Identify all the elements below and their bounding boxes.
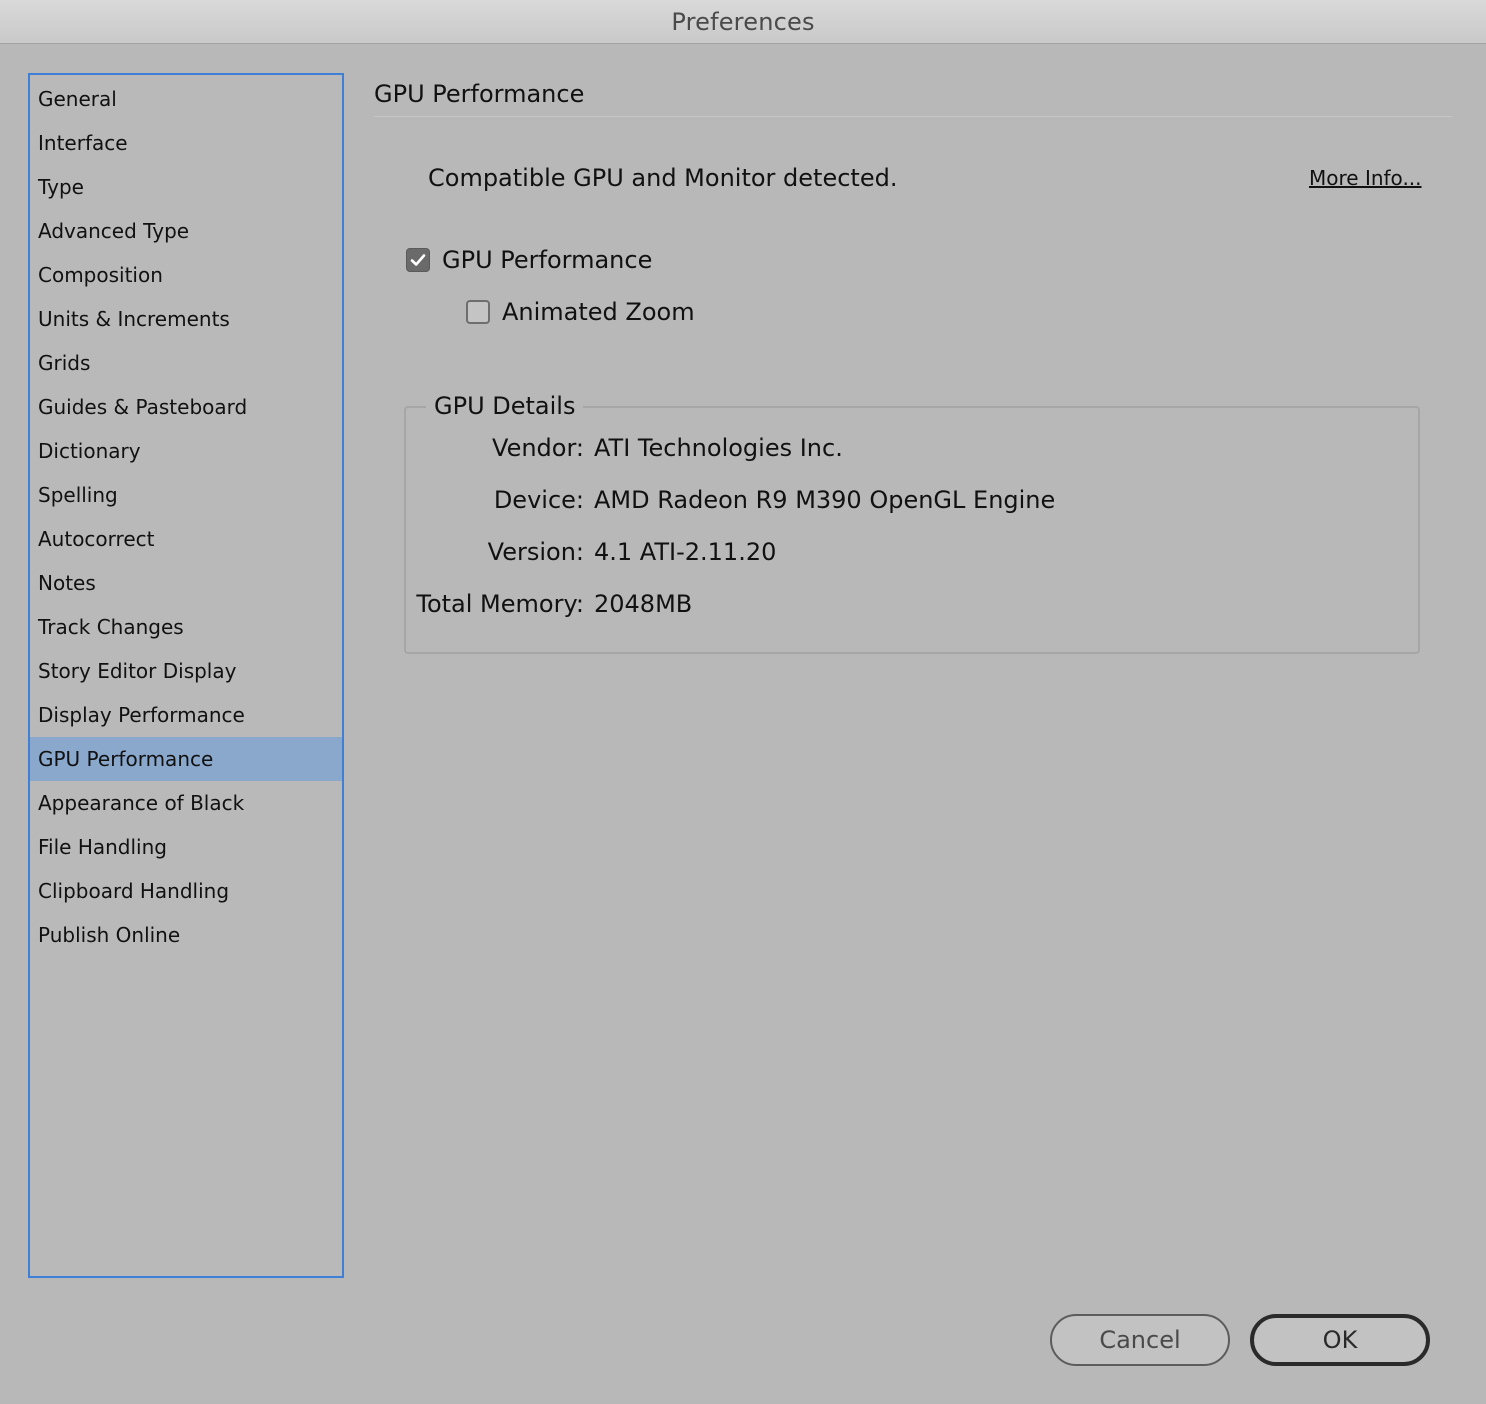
gpu-status-message: Compatible GPU and Monitor detected. <box>428 164 898 192</box>
sidebar-item-guides-pasteboard[interactable]: Guides & Pasteboard <box>30 385 342 429</box>
sidebar-item-grids[interactable]: Grids <box>30 341 342 385</box>
checkbox-checked-icon[interactable] <box>406 248 430 272</box>
sidebar-item-clipboard-handling[interactable]: Clipboard Handling <box>30 869 342 913</box>
sidebar-item-autocorrect[interactable]: Autocorrect <box>30 517 342 561</box>
version-value: 4.1 ATI-2.11.20 <box>594 538 777 566</box>
sidebar-item-composition[interactable]: Composition <box>30 253 342 297</box>
gpu-details-group: GPU Details Vendor: ATI Technologies Inc… <box>404 392 1420 654</box>
vendor-label: Vendor: <box>492 434 584 462</box>
device-value: AMD Radeon R9 M390 OpenGL Engine <box>594 486 1056 514</box>
sidebar-item-notes[interactable]: Notes <box>30 561 342 605</box>
detail-row-device: Device: AMD Radeon R9 M390 OpenGL Engine <box>406 486 1055 514</box>
gpu-performance-label: GPU Performance <box>442 246 653 274</box>
cancel-button[interactable]: Cancel <box>1050 1314 1230 1366</box>
device-label: Device: <box>493 486 584 514</box>
detail-row-total-memory: Total Memory: 2048MB <box>406 590 692 618</box>
sidebar-item-type[interactable]: Type <box>30 165 342 209</box>
animated-zoom-label: Animated Zoom <box>502 298 695 326</box>
total-memory-label: Total Memory: <box>416 590 584 618</box>
window-title: Preferences <box>671 7 815 36</box>
vendor-value: ATI Technologies Inc. <box>594 434 843 462</box>
title-bar[interactable]: Preferences <box>0 0 1486 44</box>
panel-title: GPU Performance <box>374 80 585 108</box>
ok-button[interactable]: OK <box>1250 1314 1430 1366</box>
more-info-link[interactable]: More Info... <box>1309 166 1422 190</box>
sidebar-item-file-handling[interactable]: File Handling <box>30 825 342 869</box>
total-memory-value: 2048MB <box>594 590 693 618</box>
animated-zoom-checkbox[interactable]: Animated Zoom <box>466 298 695 326</box>
sidebar-item-track-changes[interactable]: Track Changes <box>30 605 342 649</box>
preferences-window: Preferences General Interface Type Advan… <box>0 0 1486 1404</box>
sidebar-item-interface[interactable]: Interface <box>30 121 342 165</box>
sidebar-item-appearance-of-black[interactable]: Appearance of Black <box>30 781 342 825</box>
sidebar-item-gpu-performance[interactable]: GPU Performance <box>30 737 342 781</box>
sidebar-item-display-performance[interactable]: Display Performance <box>30 693 342 737</box>
sidebar-item-general[interactable]: General <box>30 77 342 121</box>
sidebar-item-publish-online[interactable]: Publish Online <box>30 913 342 957</box>
detail-row-version: Version: 4.1 ATI-2.11.20 <box>406 538 777 566</box>
checkbox-unchecked-icon[interactable] <box>466 300 490 324</box>
checkmark-icon <box>410 254 426 266</box>
gpu-details-legend: GPU Details <box>426 392 584 420</box>
detail-row-vendor: Vendor: ATI Technologies Inc. <box>406 434 843 462</box>
sidebar-item-advanced-type[interactable]: Advanced Type <box>30 209 342 253</box>
preferences-category-list[interactable]: General Interface Type Advanced Type Com… <box>28 73 344 1278</box>
sidebar-item-spelling[interactable]: Spelling <box>30 473 342 517</box>
sidebar-item-story-editor-display[interactable]: Story Editor Display <box>30 649 342 693</box>
version-label: Version: <box>487 538 584 566</box>
title-divider <box>374 116 1452 117</box>
sidebar-item-units-increments[interactable]: Units & Increments <box>30 297 342 341</box>
gpu-performance-checkbox[interactable]: GPU Performance <box>406 246 652 274</box>
sidebar-item-dictionary[interactable]: Dictionary <box>30 429 342 473</box>
